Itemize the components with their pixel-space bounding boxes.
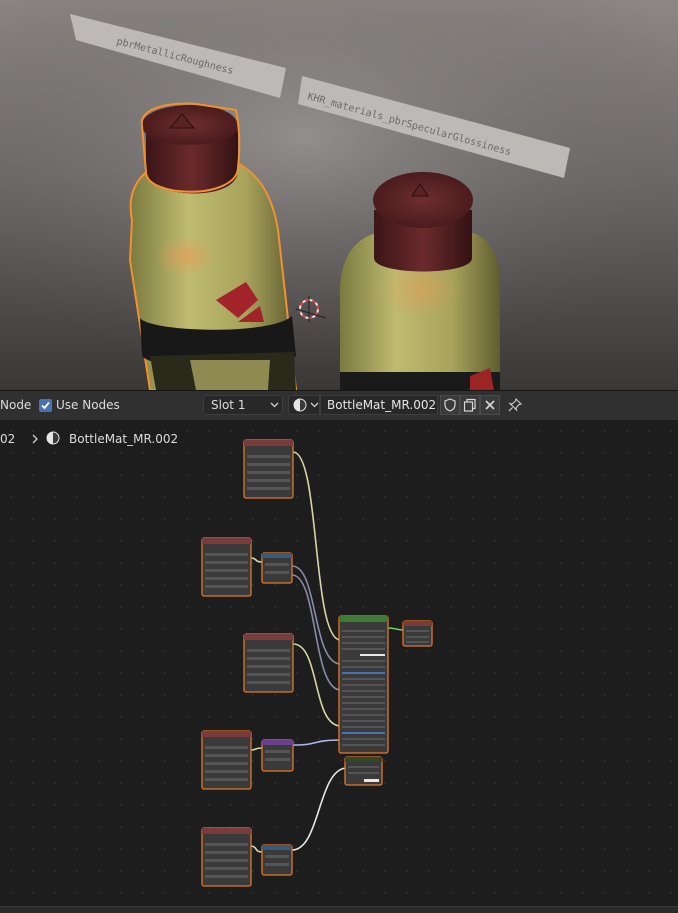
shield-icon bbox=[444, 398, 456, 412]
math-node[interactable] bbox=[261, 844, 293, 876]
breadcrumb-parent[interactable]: 02 bbox=[0, 432, 15, 446]
image-texture-node[interactable] bbox=[201, 827, 252, 887]
pin-icon[interactable] bbox=[508, 398, 522, 412]
unlink-material-button[interactable] bbox=[480, 395, 500, 415]
normal-map-node[interactable] bbox=[261, 739, 294, 772]
principled-bsdf-node[interactable] bbox=[338, 615, 389, 754]
chevron-down-icon bbox=[270, 402, 279, 408]
image-texture-node[interactable] bbox=[201, 537, 252, 597]
node-editor-canvas[interactable] bbox=[0, 420, 678, 906]
checkmark-icon bbox=[41, 401, 50, 410]
node-menu[interactable]: Node bbox=[0, 398, 31, 412]
browse-material-button[interactable] bbox=[288, 395, 320, 415]
separate-rgb-node[interactable] bbox=[261, 552, 293, 584]
material-output-node[interactable] bbox=[402, 620, 433, 647]
fake-user-button[interactable] bbox=[440, 395, 460, 415]
duplicate-material-button[interactable] bbox=[460, 395, 480, 415]
material-sphere-icon bbox=[293, 398, 307, 412]
node-editor-header: Node Use Nodes Slot 1 BottleMat_MR.002 bbox=[0, 390, 678, 420]
material-name-value: BottleMat_MR.002 bbox=[327, 398, 437, 412]
settings-node[interactable] bbox=[344, 756, 383, 786]
close-icon bbox=[485, 400, 495, 410]
use-nodes-label: Use Nodes bbox=[56, 398, 120, 412]
chevron-right-icon bbox=[32, 434, 38, 444]
use-nodes-checkbox[interactable] bbox=[39, 399, 52, 412]
image-texture-node[interactable] bbox=[243, 439, 294, 499]
breadcrumb-material[interactable]: BottleMat_MR.002 bbox=[69, 432, 178, 446]
image-texture-node[interactable] bbox=[201, 730, 252, 790]
material-name-field[interactable]: BottleMat_MR.002 bbox=[320, 395, 438, 415]
duplicate-icon bbox=[463, 398, 476, 412]
slot-dropdown-value: Slot 1 bbox=[211, 398, 246, 412]
3d-viewport[interactable]: pbrMetallicRoughness KHR_materials_pbrSp… bbox=[0, 0, 678, 390]
material-sphere-icon bbox=[46, 431, 60, 445]
image-texture-node[interactable] bbox=[243, 633, 294, 693]
chevron-down-icon bbox=[310, 402, 319, 408]
slot-dropdown[interactable]: Slot 1 bbox=[203, 395, 283, 415]
